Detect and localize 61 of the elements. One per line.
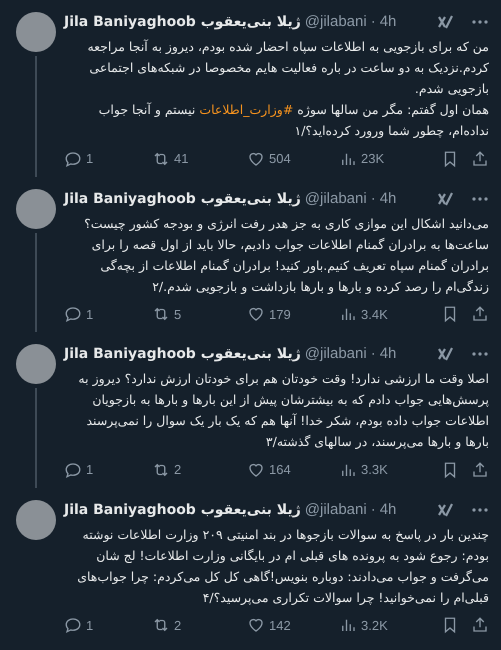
repost-button[interactable]: 2 [152, 616, 247, 635]
slash-logo-icon[interactable] [437, 14, 455, 30]
reply-button[interactable]: 1 [64, 304, 152, 324]
views-button[interactable]: 3.4K [339, 304, 429, 324]
more-icon[interactable] [471, 352, 489, 356]
post-time[interactable]: 4h [380, 344, 396, 364]
author-handle[interactable]: @jilabani [304, 188, 367, 208]
share-button[interactable] [471, 150, 489, 168]
avatar[interactable] [16, 188, 56, 228]
post-text: می‌دانید اشکال این موازی کاری به جز هدر رفت انرژی و بودجه کشور چیست؟ [83, 214, 489, 233]
separator-dot: · [370, 500, 376, 520]
slash-logo-icon[interactable] [437, 502, 455, 518]
views-button[interactable]: 23K [339, 149, 429, 168]
heart-icon [247, 305, 265, 324]
avatar[interactable] [16, 344, 56, 384]
author-name[interactable]: Jila Baniyaghoob ژیلا بنی‌یعقوب [64, 344, 301, 364]
like-button[interactable]: 142 [247, 616, 339, 635]
more-icon[interactable] [471, 20, 489, 24]
more-icon[interactable] [471, 196, 489, 200]
author-name[interactable]: Jila Baniyaghoob ژیلا بنی‌یعقوب [64, 12, 301, 32]
reply-icon [64, 460, 82, 479]
reply-icon [64, 150, 82, 168]
post-time[interactable]: 4h [380, 12, 396, 32]
reply-icon [64, 616, 82, 634]
post-time[interactable]: 4h [380, 188, 396, 208]
like-button[interactable]: 504 [247, 149, 339, 168]
repost-button[interactable]: 2 [152, 460, 247, 480]
avatar[interactable] [16, 500, 56, 540]
author-handle[interactable]: @jilabani [304, 12, 367, 32]
share-button[interactable] [471, 305, 489, 324]
post-text: اصلا وقت ما ارزشی ندارد! وقت خودتان هم برای خودتان ارزش ندارد؟ دیروز به پرسش‌هایی جواب دادم که به بیشترشان پیش از این بارها و بارها به بازجویان اطلاعات جواب داده بودم، شکر خدا! آنها هم که یک بار یک سوال را نمی‌پرسند بارها و بارها می‌پرسند، در سالهای گذشته/۳ [77, 370, 489, 451]
reply-button[interactable]: 1 [64, 149, 152, 168]
more-icon[interactable] [471, 508, 489, 512]
post-text: چندین بار در پاسخ به سوالات بازجوها در بند امنیتی ۲۰۹ وزارت اطلاعات نوشته بودم: رجوع شود به پرونده های قبلی ام در بایگانی وزارت اطلاعات! لج شان می‌گرفت و جواب می‌دادند: دوباره بنویس!گاهی کل کل می‌کردم: چرا جواب‌های قبلی‌ام را نمی‌خوانید! چرا سوالات تکراری می‌پرسید؟/۴ [76, 526, 489, 607]
slash-logo-icon[interactable] [437, 190, 455, 206]
share-button[interactable] [471, 460, 489, 479]
share-button[interactable] [471, 616, 489, 634]
reply-icon [64, 305, 82, 324]
repost-button[interactable]: 5 [152, 304, 247, 324]
hashtag-link[interactable]: #وزارت_اطلاعات [199, 102, 294, 117]
heart-icon [247, 616, 265, 634]
views-button[interactable]: 3.3K [339, 460, 429, 480]
separator-dot: · [370, 188, 376, 208]
post-text: همان اول گفتم: مگر من سالها سوژه #وزارت_اطلاعات نیستم و آنجا جواب نداده‌ام، چطور شما ورورد کرده‌اید؟/۱ [98, 101, 489, 140]
repost-button[interactable]: 41 [152, 149, 247, 168]
like-button[interactable]: 179 [247, 304, 339, 324]
post-text: من که برای بازجویی به اطلاعات سپاه احضار شده بودم، دیروز به آنجا مراجعه کردم.نزدیک به دو ساعت در باره فعالیت هایم مخصوصا در شبکه‌های اجتماعی بازجویی شدم. [86, 38, 489, 98]
author-name[interactable]: Jila Baniyaghoob ژیلا بنی‌یعقوب [64, 188, 301, 208]
reply-button[interactable]: 1 [64, 460, 152, 480]
reply-button[interactable]: 1 [64, 616, 152, 635]
like-button[interactable]: 164 [247, 460, 339, 480]
post-time[interactable]: 4h [380, 500, 396, 520]
separator-dot: · [370, 12, 376, 32]
author-handle[interactable]: @jilabani [304, 500, 367, 520]
author-handle[interactable]: @jilabani [304, 344, 367, 364]
views-button[interactable]: 3.2K [339, 616, 429, 635]
slash-logo-icon[interactable] [437, 346, 455, 362]
separator-dot: · [370, 344, 376, 364]
author-name[interactable]: Jila Baniyaghoob ژیلا بنی‌یعقوب [64, 500, 301, 520]
avatar[interactable] [16, 12, 56, 52]
post-text: ساعت‌ها به برادران گمنام اطلاعات جواب دادیم، حالا باید از اول قصه را برای برادران گمنام سپاه تعریف کنیم.باور کنید! برادران گمنام اطلاعات از بچه‌گی زندگی‌ام را رصد کرده و بارها و بارها بازداشت و بازجویی شدم./۲ [90, 236, 489, 296]
